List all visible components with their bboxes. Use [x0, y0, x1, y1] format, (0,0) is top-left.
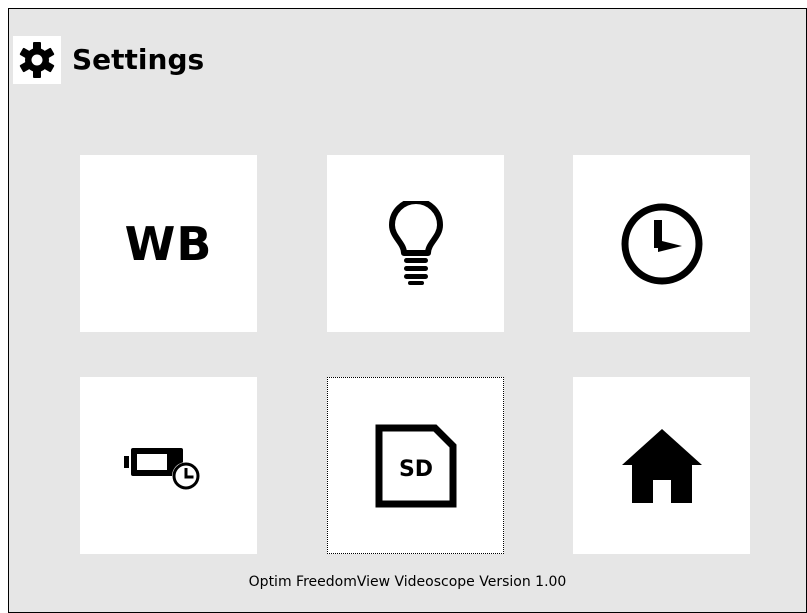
clock-icon — [621, 203, 702, 284]
white-balance-button[interactable]: WB — [80, 155, 257, 332]
version-text: Optim FreedomView Videoscope Version 1.0… — [248, 574, 567, 590]
settings-window: Settings WB SD Optim FreedomView Videosc… — [8, 8, 807, 613]
home-button[interactable] — [573, 377, 750, 554]
settings-icon-box — [13, 36, 61, 84]
home-icon — [621, 428, 702, 503]
sd-card-label: SD — [398, 457, 432, 482]
lightbulb-icon — [388, 200, 443, 285]
gear-icon — [19, 42, 55, 78]
sd-card-button[interactable]: SD — [327, 377, 504, 554]
battery-timer-button[interactable] — [80, 377, 257, 554]
battery-timer-icon — [123, 447, 200, 490]
clock-settings-button[interactable] — [573, 155, 750, 332]
page-title: Settings — [72, 43, 205, 76]
sd-card-icon: SD — [375, 424, 456, 507]
light-settings-button[interactable] — [327, 155, 504, 332]
white-balance-label: WB — [124, 216, 213, 271]
